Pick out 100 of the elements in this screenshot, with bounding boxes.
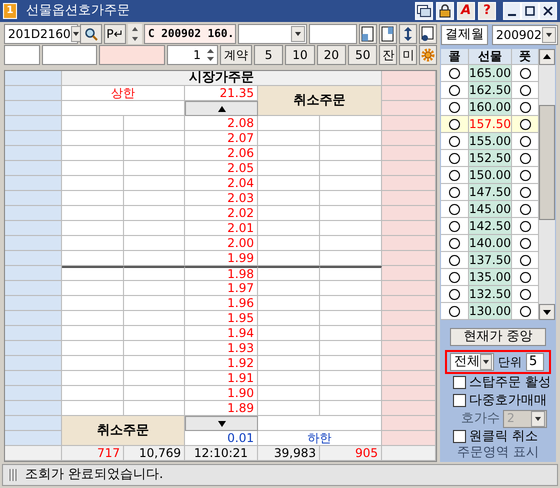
scrollbar-thumb[interactable] bbox=[539, 105, 555, 220]
range-combo[interactable]: 전체 bbox=[450, 353, 494, 372]
strike-price-cell[interactable]: 150.00 bbox=[469, 167, 512, 184]
spin-down-icon[interactable] bbox=[128, 34, 142, 44]
settings-button[interactable] bbox=[419, 45, 437, 65]
text-field[interactable] bbox=[4, 45, 40, 65]
strike-price-cell[interactable]: 142.50 bbox=[469, 218, 512, 235]
call-radio[interactable] bbox=[449, 68, 460, 78]
put-radio[interactable] bbox=[520, 220, 530, 232]
strike-price-cell[interactable]: 152.50 bbox=[469, 150, 512, 167]
put-radio[interactable] bbox=[520, 102, 530, 112]
text-field[interactable] bbox=[308, 24, 357, 44]
text-field[interactable] bbox=[42, 45, 97, 65]
scroll-down-button[interactable] bbox=[185, 416, 258, 431]
font-button[interactable]: A bbox=[457, 2, 475, 20]
call-radio[interactable] bbox=[449, 306, 460, 316]
dropdown-button[interactable] bbox=[290, 26, 305, 42]
text-field[interactable] bbox=[98, 45, 166, 65]
strike-price-cell[interactable]: 137.50 bbox=[469, 252, 512, 269]
spin-up-icon[interactable] bbox=[204, 47, 216, 55]
put-radio[interactable] bbox=[520, 170, 530, 180]
dropdown-button[interactable] bbox=[480, 354, 492, 370]
combo-field[interactable] bbox=[238, 24, 307, 44]
scroll-up-button[interactable] bbox=[185, 101, 258, 116]
strike-price-cell[interactable]: 132.50 bbox=[469, 286, 512, 303]
price-cell: 2.07 bbox=[185, 131, 258, 146]
unit-field[interactable]: 5 bbox=[526, 353, 544, 372]
call-radio[interactable] bbox=[449, 136, 460, 146]
spin-down-icon[interactable] bbox=[204, 55, 216, 63]
minimize-button[interactable] bbox=[503, 2, 521, 20]
checkbox-label: 다중호가매매 bbox=[469, 392, 547, 408]
search-button[interactable] bbox=[80, 24, 102, 44]
code-field[interactable]: 201D2160 bbox=[4, 24, 78, 44]
put-radio[interactable] bbox=[520, 204, 530, 214]
call-radio[interactable] bbox=[449, 170, 460, 180]
checkbox[interactable] bbox=[453, 430, 466, 443]
close-button[interactable] bbox=[539, 2, 557, 20]
spin-up-icon[interactable] bbox=[128, 24, 142, 34]
put-radio[interactable] bbox=[520, 68, 530, 78]
strike-price-cell[interactable]: 147.50 bbox=[469, 184, 512, 201]
maximize-button[interactable] bbox=[521, 2, 539, 20]
toolbar-button[interactable] bbox=[379, 24, 397, 44]
call-radio[interactable] bbox=[449, 220, 460, 232]
strike-price-cell[interactable]: 162.50 bbox=[469, 82, 512, 99]
put-radio[interactable] bbox=[520, 288, 530, 300]
strike-price-cell[interactable]: 140.00 bbox=[469, 235, 512, 252]
quantity-button[interactable]: 50 bbox=[348, 45, 378, 65]
toolbar-button[interactable]: 잔 bbox=[379, 45, 398, 65]
enter-button[interactable]: P↵ bbox=[104, 24, 126, 44]
center-price-button[interactable]: 현재가 중앙 bbox=[450, 328, 546, 346]
put-radio[interactable] bbox=[520, 186, 530, 198]
call-radio[interactable] bbox=[449, 102, 460, 112]
call-radio[interactable] bbox=[449, 238, 460, 248]
call-radio[interactable] bbox=[449, 118, 460, 130]
lock-button[interactable] bbox=[436, 2, 454, 20]
dropdown-button[interactable] bbox=[70, 26, 81, 42]
quantity-field[interactable]: 1 bbox=[167, 45, 218, 65]
volume-cell: 717 bbox=[62, 446, 124, 461]
call-radio[interactable] bbox=[449, 186, 460, 198]
window-button[interactable] bbox=[415, 2, 433, 20]
toolbar-button[interactable]: 미 bbox=[399, 45, 418, 65]
dropdown-button[interactable] bbox=[542, 27, 556, 43]
help-button[interactable]: ? bbox=[478, 2, 496, 20]
strike-price-cell[interactable]: 155.00 bbox=[469, 133, 512, 150]
toolbar-button[interactable] bbox=[399, 24, 417, 44]
cancel-order-button[interactable]: 취소주문 bbox=[62, 416, 185, 446]
price-cell: 2.04 bbox=[185, 176, 258, 191]
cancel-order-button[interactable]: 취소주문 bbox=[258, 86, 382, 116]
quantity-button[interactable]: 20 bbox=[316, 45, 346, 65]
put-radio[interactable] bbox=[520, 306, 530, 316]
series-field[interactable]: C 200902 160. bbox=[144, 24, 236, 44]
put-radio[interactable] bbox=[520, 272, 530, 282]
toolbar-button[interactable] bbox=[419, 24, 437, 44]
strike-price-cell[interactable]: 135.00 bbox=[469, 269, 512, 286]
put-radio[interactable] bbox=[520, 254, 530, 266]
put-radio[interactable] bbox=[520, 136, 530, 146]
quantity-button[interactable]: 5 bbox=[254, 45, 284, 65]
put-radio[interactable] bbox=[520, 152, 530, 164]
call-radio[interactable] bbox=[449, 288, 460, 300]
checkbox[interactable] bbox=[453, 394, 466, 408]
call-radio[interactable] bbox=[449, 254, 460, 266]
call-radio[interactable] bbox=[449, 84, 460, 96]
strike-price-cell[interactable]: 160.00 bbox=[469, 99, 512, 116]
call-radio[interactable] bbox=[449, 152, 460, 164]
call-radio[interactable] bbox=[449, 272, 460, 282]
call-radio[interactable] bbox=[449, 204, 460, 214]
toolbar-button[interactable] bbox=[359, 24, 377, 44]
put-radio[interactable] bbox=[520, 238, 530, 248]
strike-price-cell[interactable]: 165.00 bbox=[469, 65, 512, 82]
scroll-down-icon[interactable] bbox=[539, 304, 555, 320]
put-radio[interactable] bbox=[520, 118, 530, 130]
quantity-button[interactable]: 10 bbox=[285, 45, 315, 65]
unit-button[interactable]: 계약 bbox=[220, 45, 252, 65]
put-radio[interactable] bbox=[520, 84, 530, 96]
scroll-up-icon[interactable] bbox=[539, 49, 555, 65]
strike-price-cell[interactable]: 130.00 bbox=[469, 303, 512, 320]
strike-price-cell[interactable]: 157.50 bbox=[469, 116, 512, 133]
strike-price-cell[interactable]: 145.00 bbox=[469, 201, 512, 218]
month-combo[interactable]: 200902 bbox=[492, 25, 558, 45]
checkbox[interactable] bbox=[453, 376, 466, 390]
